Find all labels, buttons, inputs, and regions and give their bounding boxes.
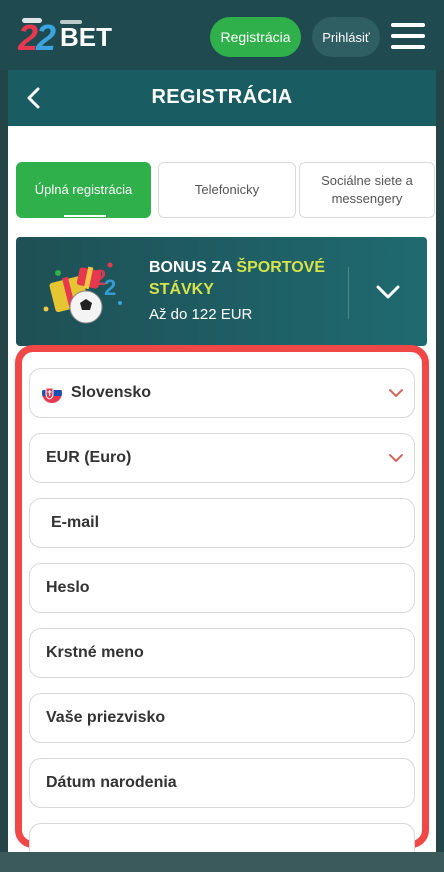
registration-form: Slovensko EUR (Euro) E-mail Heslo Krstné…	[15, 345, 429, 852]
currency-value: EUR (Euro)	[46, 449, 132, 466]
chevron-down-icon	[388, 386, 404, 398]
last-name-field[interactable]: Vaše priezvisko	[29, 693, 415, 743]
last-name-placeholder: Vaše priezvisko	[46, 709, 166, 726]
tab-label: Sociálne siete a messengery	[321, 173, 413, 206]
login-button[interactable]: Prihlásiť	[312, 17, 380, 57]
country-select[interactable]: Slovensko	[29, 368, 415, 418]
hamburger-menu-icon[interactable]	[391, 23, 425, 49]
title-bar: REGISTRÁCIA	[8, 70, 436, 126]
birthdate-field[interactable]: Dátum narodenia	[29, 758, 415, 808]
tab-active-indicator	[64, 215, 106, 217]
bonus-title-text: BONUS ZA	[149, 259, 237, 276]
page-title: REGISTRÁCIA	[151, 86, 293, 108]
registration-panel: Úplná registrácia Telefonicky Sociálne s…	[8, 126, 436, 852]
bottom-bar	[0, 852, 444, 872]
tab-label: Úplná registrácia	[34, 182, 133, 198]
country-value: Slovensko	[71, 384, 152, 401]
svg-text:BET: BET	[60, 22, 112, 52]
bonus-gift-ball-icon: 2 2	[36, 251, 128, 331]
tab-social[interactable]: Sociálne siete a messengery	[299, 162, 435, 218]
svg-text:2: 2	[35, 17, 56, 58]
registration-tabs: Úplná registrácia Telefonicky Sociálne s…	[16, 162, 435, 218]
register-button[interactable]: Registrácia	[210, 17, 301, 57]
next-field-partial[interactable]	[29, 823, 415, 852]
tab-label: Telefonicky	[194, 182, 260, 198]
first-name-field[interactable]: Krstné meno	[29, 628, 415, 678]
tab-phone[interactable]: Telefonicky	[158, 162, 296, 218]
top-header: 2 2 BET Registrácia Prihlásiť	[0, 0, 444, 70]
chevron-down-icon	[388, 451, 404, 463]
email-field[interactable]: E-mail	[29, 498, 415, 548]
chevron-down-icon[interactable]	[373, 277, 403, 307]
first-name-placeholder: Krstné meno	[46, 644, 144, 661]
password-placeholder: Heslo	[46, 579, 90, 596]
bonus-title: BONUS ZA ŠPORTOVÉ STÁVKY	[149, 257, 349, 301]
password-field[interactable]: Heslo	[29, 563, 415, 613]
tab-full-registration[interactable]: Úplná registrácia	[16, 162, 151, 218]
brand-logo[interactable]: 2 2 BET	[18, 14, 148, 58]
birthdate-placeholder: Dátum narodenia	[46, 774, 177, 791]
bonus-banner[interactable]: 2 2 BONUS ZA ŠPORTOVÉ STÁVKY Až do 122 E…	[16, 237, 427, 346]
bonus-divider	[348, 267, 349, 319]
svg-text:2: 2	[104, 275, 116, 300]
bonus-title-text-2: STÁVKY	[149, 281, 214, 298]
bonus-title-highlight: ŠPORTOVÉ	[236, 259, 326, 276]
slovakia-flag-icon	[42, 383, 62, 403]
bonus-amount: Až do 122 EUR	[149, 306, 253, 323]
currency-select[interactable]: EUR (Euro)	[29, 433, 415, 483]
email-placeholder: E-mail	[51, 514, 100, 531]
